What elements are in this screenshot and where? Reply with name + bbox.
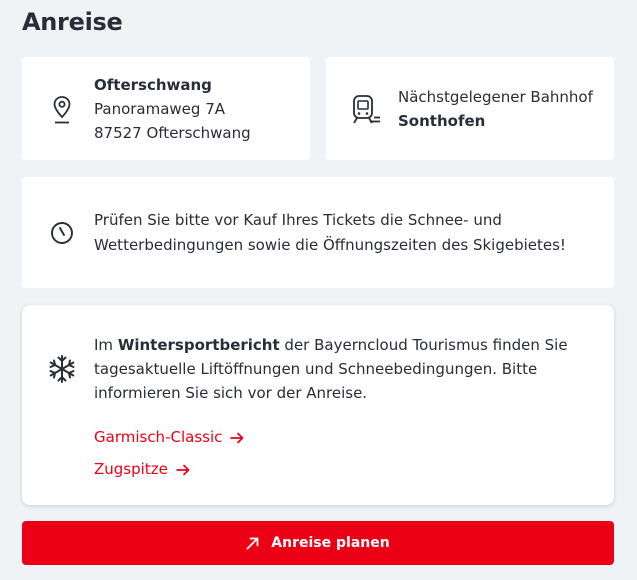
winter-intro-prefix: Im — [94, 336, 118, 354]
train-icon — [353, 95, 380, 124]
arrow-right-icon — [175, 464, 190, 476]
address-city: 87527 Ofterschwang — [94, 124, 251, 142]
plan-journey-button[interactable]: Anreise planen — [22, 521, 614, 565]
link-zugspitze-label: Zugspitze — [94, 460, 168, 478]
station-card: Nächstgelegener Bahnhof Sonthofen — [326, 57, 614, 160]
winter-report-name: Wintersportbericht — [117, 336, 280, 354]
hint-line-1: Prüfen Sie bitte vor Kauf Ihres Tickets … — [94, 211, 502, 229]
link-garmisch-classic-label: Garmisch-Classic — [94, 428, 223, 446]
address-name: Ofterschwang — [94, 76, 212, 94]
address-street: Panoramaweg 7A — [94, 100, 226, 118]
page-title: Anreise — [22, 8, 123, 36]
plan-journey-label: Anreise planen — [271, 535, 390, 551]
station-label: Nächstgelegener Bahnhof — [398, 88, 593, 106]
winter-intro-rest: der Bayerncloud Tourismus finden Sie — [279, 336, 568, 354]
clock-icon — [51, 222, 73, 244]
link-garmisch-classic[interactable]: Garmisch-Classic — [94, 425, 244, 449]
winter-line-2: tagesaktuelle Liftöffnungen und Schneebe… — [94, 360, 538, 378]
winter-line-3: informieren Sie sich vor der Anreise. — [94, 384, 368, 402]
address-card: Ofterschwang Panoramaweg 7A 87527 Ofters… — [22, 57, 310, 160]
arrow-up-right-icon — [246, 537, 259, 549]
map-pin-icon — [53, 96, 71, 124]
arrow-right-icon — [230, 432, 244, 444]
hint-card: Prüfen Sie bitte vor Kauf Ihres Tickets … — [22, 177, 614, 288]
link-zugspitze[interactable]: Zugspitze — [94, 457, 190, 481]
winter-report-card: Im Wintersportbericht der Bayerncloud To… — [22, 305, 614, 505]
hint-line-2: Wetterbedingungen sowie die Öffnungszeit… — [94, 236, 566, 254]
snowflake-icon — [49, 355, 75, 383]
winter-intro: Im Wintersportbericht der Bayerncloud To… — [94, 333, 568, 357]
station-name: Sonthofen — [398, 112, 486, 130]
